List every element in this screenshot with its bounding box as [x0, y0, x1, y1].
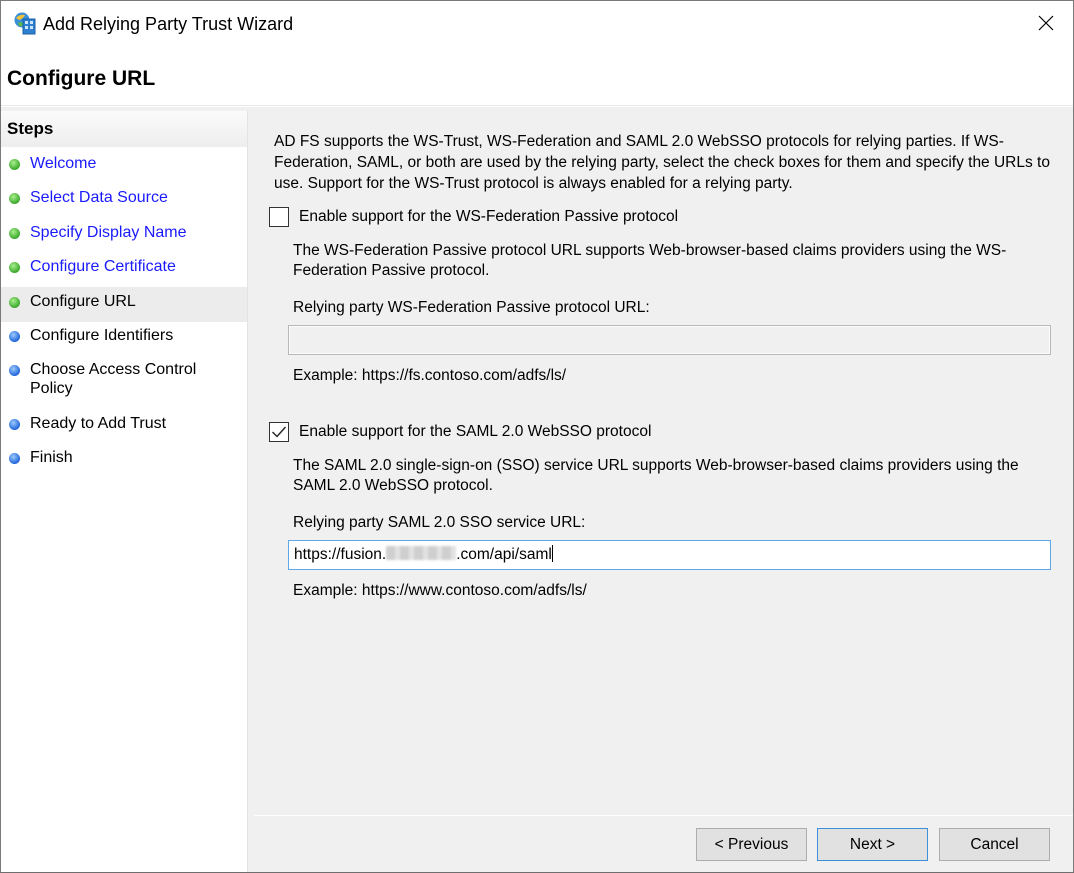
sidebar-item-label: Welcome — [30, 155, 97, 172]
cancel-button[interactable]: Cancel — [939, 828, 1050, 861]
saml-url-label: Relying party SAML 2.0 SSO service URL: — [293, 514, 586, 531]
wsfed-checkbox-label: Enable support for the WS-Federation Pas… — [299, 208, 679, 225]
sidebar-item-configure-certificate[interactable]: Configure Certificate — [1, 257, 247, 287]
saml-checkbox[interactable] — [269, 422, 289, 442]
completed-status-icon — [9, 228, 20, 239]
sidebar-item-ready-to-add-trust: Ready to Add Trust — [1, 411, 247, 446]
sidebar-item-label: Choose Access Control Policy — [30, 361, 197, 397]
pending-status-icon — [9, 453, 20, 464]
previous-button[interactable]: < Previous — [696, 828, 807, 861]
sidebar-item-label: Configure Certificate — [30, 258, 176, 275]
completed-status-icon — [9, 262, 20, 273]
saml-description: The SAML 2.0 single-sign-on (SSO) servic… — [293, 457, 1019, 494]
close-button[interactable] — [1019, 1, 1073, 49]
wsfed-checkbox[interactable] — [269, 207, 289, 227]
main-content: AD FS supports the WS-Trust, WS-Federati… — [254, 111, 1073, 811]
sidebar-item-label: Ready to Add Trust — [30, 415, 167, 432]
completed-status-icon — [9, 193, 20, 204]
sidebar-item-select-data-source[interactable]: Select Data Source — [1, 188, 247, 223]
sidebar-item-welcome[interactable]: Welcome — [1, 154, 247, 188]
wsfed-checkbox-row[interactable]: Enable support for the WS-Federation Pas… — [269, 207, 678, 227]
wsfed-description: The WS-Federation Passive protocol URL s… — [293, 242, 1007, 279]
sidebar-item-label: Select Data Source — [30, 189, 168, 206]
saml-url-example: Example: https://www.contoso.com/adfs/ls… — [293, 582, 587, 599]
sidebar-item-label: Configure URL — [30, 293, 136, 310]
steps-heading: Steps — [1, 111, 247, 147]
pending-status-icon — [9, 331, 20, 342]
checkmark-icon — [272, 426, 287, 438]
title-bar: Add Relying Party Trust Wizard — [1, 1, 1073, 51]
saml-checkbox-label: Enable support for the SAML 2.0 WebSSO p… — [299, 423, 652, 440]
next-button[interactable]: Next > — [817, 828, 928, 861]
wizard-footer: < Previous Next > Cancel — [254, 815, 1073, 872]
saml-checkbox-row[interactable]: Enable support for the SAML 2.0 WebSSO p… — [269, 422, 651, 442]
redacted-domain — [386, 546, 457, 560]
sidebar-item-finish: Finish — [1, 446, 247, 481]
wizard-window: Add Relying Party Trust Wizard Configure… — [0, 0, 1074, 873]
wsfed-url-example: Example: https://fs.contoso.com/adfs/ls/ — [293, 367, 567, 384]
saml-url-input[interactable]: https://fusion. .com/api/saml — [288, 540, 1051, 570]
pending-status-icon — [9, 365, 20, 376]
current-status-icon — [9, 297, 20, 308]
adfs-wizard-icon — [13, 11, 37, 35]
wsfed-url-label: Relying party WS-Federation Passive prot… — [293, 299, 650, 316]
pending-status-icon — [9, 419, 20, 430]
sidebar-item-configure-url: Configure URL — [1, 287, 247, 322]
sidebar-item-label: Specify Display Name — [30, 224, 187, 241]
sidebar-item-choose-access-control-policy: Choose Access Control Policy — [1, 357, 201, 411]
wizard-body: Steps Welcome Select Data Source Specify… — [1, 107, 1073, 872]
page-header: Configure URL — [1, 51, 1073, 106]
window-title: Add Relying Party Trust Wizard — [43, 14, 294, 34]
sidebar-item-specify-display-name[interactable]: Specify Display Name — [1, 223, 247, 257]
saml-url-value-suffix: .com/api/saml — [456, 546, 552, 563]
sidebar-item-label: Finish — [30, 449, 73, 466]
text-caret — [551, 545, 553, 562]
steps-sidebar: Steps Welcome Select Data Source Specify… — [1, 111, 248, 872]
close-icon — [1038, 15, 1054, 35]
intro-text: AD FS supports the WS-Trust, WS-Federati… — [274, 133, 1050, 192]
wsfed-url-input[interactable] — [288, 325, 1051, 355]
sidebar-item-configure-identifiers: Configure Identifiers — [1, 322, 247, 357]
saml-url-value-prefix: https://fusion. — [294, 546, 387, 563]
completed-status-icon — [9, 159, 20, 170]
page-title: Configure URL — [7, 67, 156, 90]
sidebar-item-label: Configure Identifiers — [30, 327, 174, 344]
